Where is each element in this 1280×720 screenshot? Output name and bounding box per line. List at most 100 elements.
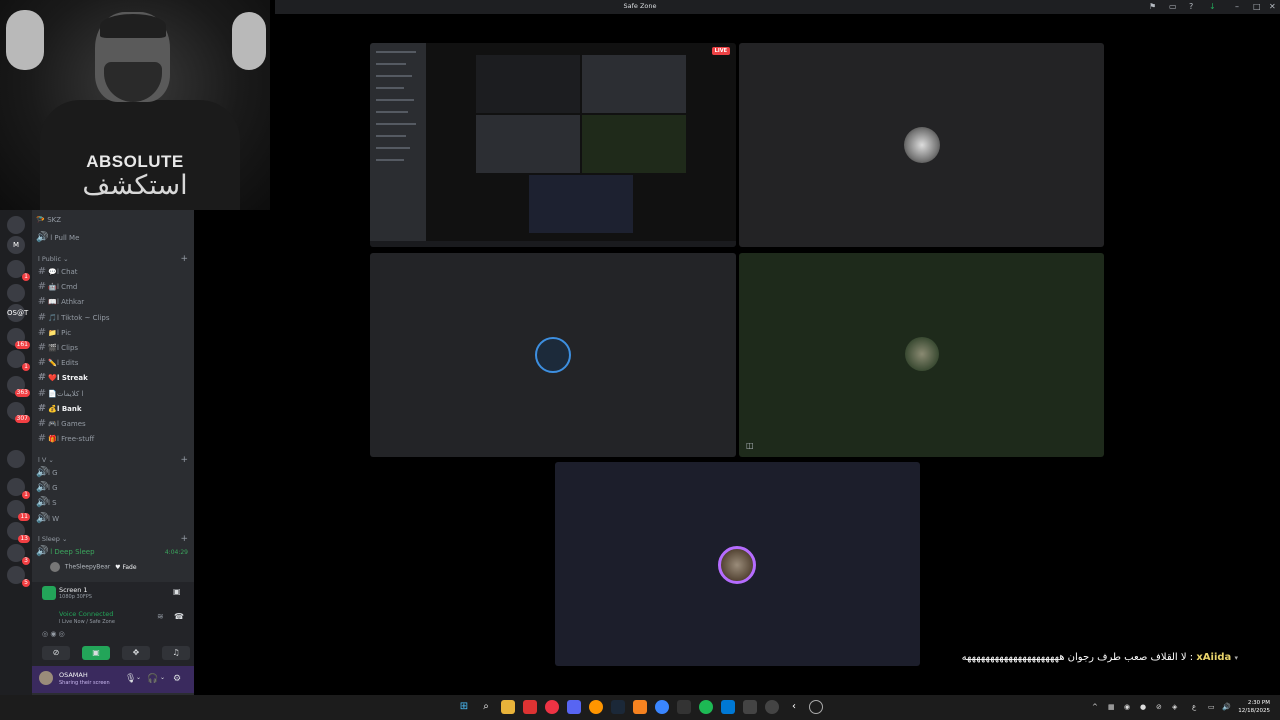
file-explorer-icon[interactable] bbox=[501, 700, 515, 714]
tray-icon[interactable]: ⊘ bbox=[1156, 703, 1162, 711]
spotify-icon[interactable] bbox=[699, 700, 713, 714]
volume-icon[interactable]: 🔊 bbox=[1222, 703, 1231, 711]
voice-actions-icon[interactable]: ◎ ◉ ◎ bbox=[42, 630, 65, 638]
minimize-icon[interactable]: – bbox=[1235, 2, 1239, 11]
maximize-icon[interactable]: □ bbox=[1253, 2, 1261, 11]
text-channel[interactable]: # 🎬ا Clips bbox=[36, 341, 192, 355]
server-icon[interactable]: 11 bbox=[7, 500, 30, 521]
server-icon[interactable]: 307 bbox=[7, 402, 30, 423]
app-icon-outline[interactable] bbox=[809, 700, 823, 714]
app-icon-red[interactable] bbox=[523, 700, 537, 714]
noise-suppression-icon[interactable]: ≋ bbox=[157, 612, 164, 621]
app-icon-blue[interactable] bbox=[655, 700, 669, 714]
video-off-button[interactable]: ⊘ bbox=[42, 646, 70, 660]
voice-member[interactable]: TheSleepyBear ♥ Fade bbox=[50, 562, 137, 572]
webcam-person-hat bbox=[100, 14, 166, 38]
soundboard-button[interactable]: ♫ bbox=[162, 646, 190, 660]
steam-icon[interactable] bbox=[611, 700, 625, 714]
voice-channel[interactable]: 🔊ا G bbox=[36, 466, 192, 480]
tray-icon[interactable]: ▦ bbox=[1108, 703, 1115, 711]
text-channel[interactable]: # 💬ا Chat bbox=[36, 265, 192, 279]
voice-channel[interactable]: 🔊ا W bbox=[36, 512, 192, 526]
app-icon-circle[interactable] bbox=[765, 700, 779, 714]
disconnect-icon[interactable]: ☎ bbox=[174, 612, 184, 621]
server-icon[interactable]: 5 bbox=[7, 566, 30, 587]
voice-channel[interactable]: 🔊ا G bbox=[36, 481, 192, 495]
search-icon[interactable]: ⌕ bbox=[479, 700, 493, 714]
text-channel[interactable]: # 💰ا Bank bbox=[36, 402, 192, 416]
server-icon[interactable]: 3 bbox=[7, 544, 30, 565]
unread-badge: 13 bbox=[18, 535, 30, 543]
app-icon-orange[interactable] bbox=[633, 700, 647, 714]
server-icon[interactable]: M bbox=[7, 236, 25, 254]
start-icon[interactable]: ⊞ bbox=[457, 700, 471, 714]
server-icon[interactable]: 1 bbox=[7, 350, 30, 371]
app-icon-gray[interactable] bbox=[743, 700, 757, 714]
tray-icon[interactable]: ◉ bbox=[1124, 703, 1130, 711]
participant-tile-speaking[interactable] bbox=[555, 462, 920, 666]
chevron-down-icon[interactable]: ⌄ bbox=[136, 674, 141, 681]
text-channel[interactable]: # 🎁ا Free-stuff bbox=[36, 432, 192, 446]
tray-icon[interactable]: ◈ bbox=[1172, 703, 1177, 711]
activities-button[interactable]: ✥ bbox=[122, 646, 150, 660]
system-clock[interactable]: 2:30 PM 12/18/2025 bbox=[1238, 699, 1270, 715]
add-channel-icon[interactable]: + bbox=[180, 255, 188, 264]
close-icon[interactable]: ✕ bbox=[1269, 2, 1276, 11]
participant-tile[interactable]: ◫ bbox=[739, 253, 1104, 457]
category-public[interactable]: ا Public ⌄ + bbox=[38, 255, 188, 264]
text-channel[interactable]: # 📖ا Athkar bbox=[36, 295, 192, 309]
channel-emoji-icon: 💬 bbox=[48, 268, 57, 276]
server-icon[interactable]: OS@T bbox=[7, 304, 28, 322]
text-channel[interactable]: # 📁ا Pic bbox=[36, 326, 192, 340]
hashtag-icon: # bbox=[37, 266, 47, 277]
server-icon[interactable]: 161 bbox=[7, 328, 30, 349]
add-channel-icon[interactable]: + bbox=[180, 456, 188, 465]
category-v[interactable]: ا V ⌄ + bbox=[38, 456, 188, 465]
server-icon[interactable]: 1 bbox=[7, 478, 30, 499]
channel-skz[interactable]: 🪂 SKZ bbox=[36, 213, 192, 227]
server-icon[interactable] bbox=[7, 284, 25, 302]
inbox-icon[interactable]: ▭ bbox=[1169, 2, 1177, 11]
participant-tile[interactable] bbox=[739, 43, 1104, 247]
help-icon[interactable]: ? bbox=[1189, 2, 1193, 11]
stream-settings-icon[interactable]: ▣ bbox=[173, 587, 181, 596]
voice-channel-pull-me[interactable]: 🔊 ا Pull Me bbox=[36, 231, 192, 245]
discord-icon[interactable] bbox=[567, 700, 581, 714]
firefox-icon[interactable] bbox=[589, 700, 603, 714]
stream-tile-screen[interactable]: LIVE bbox=[370, 43, 736, 247]
channel-label: SKZ bbox=[47, 216, 62, 224]
chevron-up-icon[interactable]: ^ bbox=[1092, 703, 1098, 711]
server-icon[interactable]: 363 bbox=[7, 376, 30, 397]
microphone-icon[interactable]: 🎙 bbox=[125, 674, 136, 684]
category-sleep[interactable]: ا Sleep ⌄ + bbox=[38, 535, 188, 544]
participant-tile[interactable] bbox=[370, 253, 736, 457]
back-icon[interactable]: ‹ bbox=[787, 700, 801, 714]
text-channel[interactable]: # 🤖ا Cmd bbox=[36, 280, 192, 294]
network-icon[interactable]: ▭ bbox=[1208, 703, 1215, 711]
chrome-icon[interactable] bbox=[545, 700, 559, 714]
server-icon[interactable]: 1 bbox=[7, 260, 30, 281]
server-icon[interactable] bbox=[7, 216, 25, 234]
chevron-down-icon[interactable]: ⌄ bbox=[160, 674, 165, 681]
app-icon-azure[interactable] bbox=[721, 700, 735, 714]
tray-icon[interactable]: ● bbox=[1140, 703, 1146, 711]
text-channel[interactable]: # 📄ا كلايمات bbox=[36, 387, 192, 401]
language-indicator[interactable]: ع bbox=[1192, 703, 1196, 711]
avatar[interactable] bbox=[39, 671, 53, 685]
text-channel[interactable]: # 🎮ا Games bbox=[36, 417, 192, 431]
flag-icon[interactable]: ⚑ bbox=[1149, 2, 1156, 11]
headphones-icon[interactable]: 🎧 bbox=[147, 674, 158, 684]
text-channel[interactable]: # ✏️ا Edits bbox=[36, 356, 192, 370]
server-icon[interactable] bbox=[7, 450, 25, 468]
calculator-icon[interactable] bbox=[677, 700, 691, 714]
username[interactable]: OSAMAH bbox=[59, 671, 88, 679]
download-icon[interactable]: ↓ bbox=[1209, 2, 1216, 11]
gear-icon[interactable]: ⚙ bbox=[173, 674, 181, 684]
voice-channel[interactable]: 🔊ا S bbox=[36, 496, 192, 510]
screen-share-button[interactable]: ▣ bbox=[82, 646, 110, 660]
text-channel[interactable]: # ❤️ا Streak bbox=[36, 371, 192, 385]
text-channel[interactable]: # 🎵ا Tiktok ~ Clips bbox=[36, 311, 192, 325]
server-icon[interactable]: 13 bbox=[7, 522, 30, 543]
add-channel-icon[interactable]: + bbox=[180, 535, 188, 544]
voice-channel-path[interactable]: ا Live Now / Safe Zone bbox=[59, 619, 115, 625]
